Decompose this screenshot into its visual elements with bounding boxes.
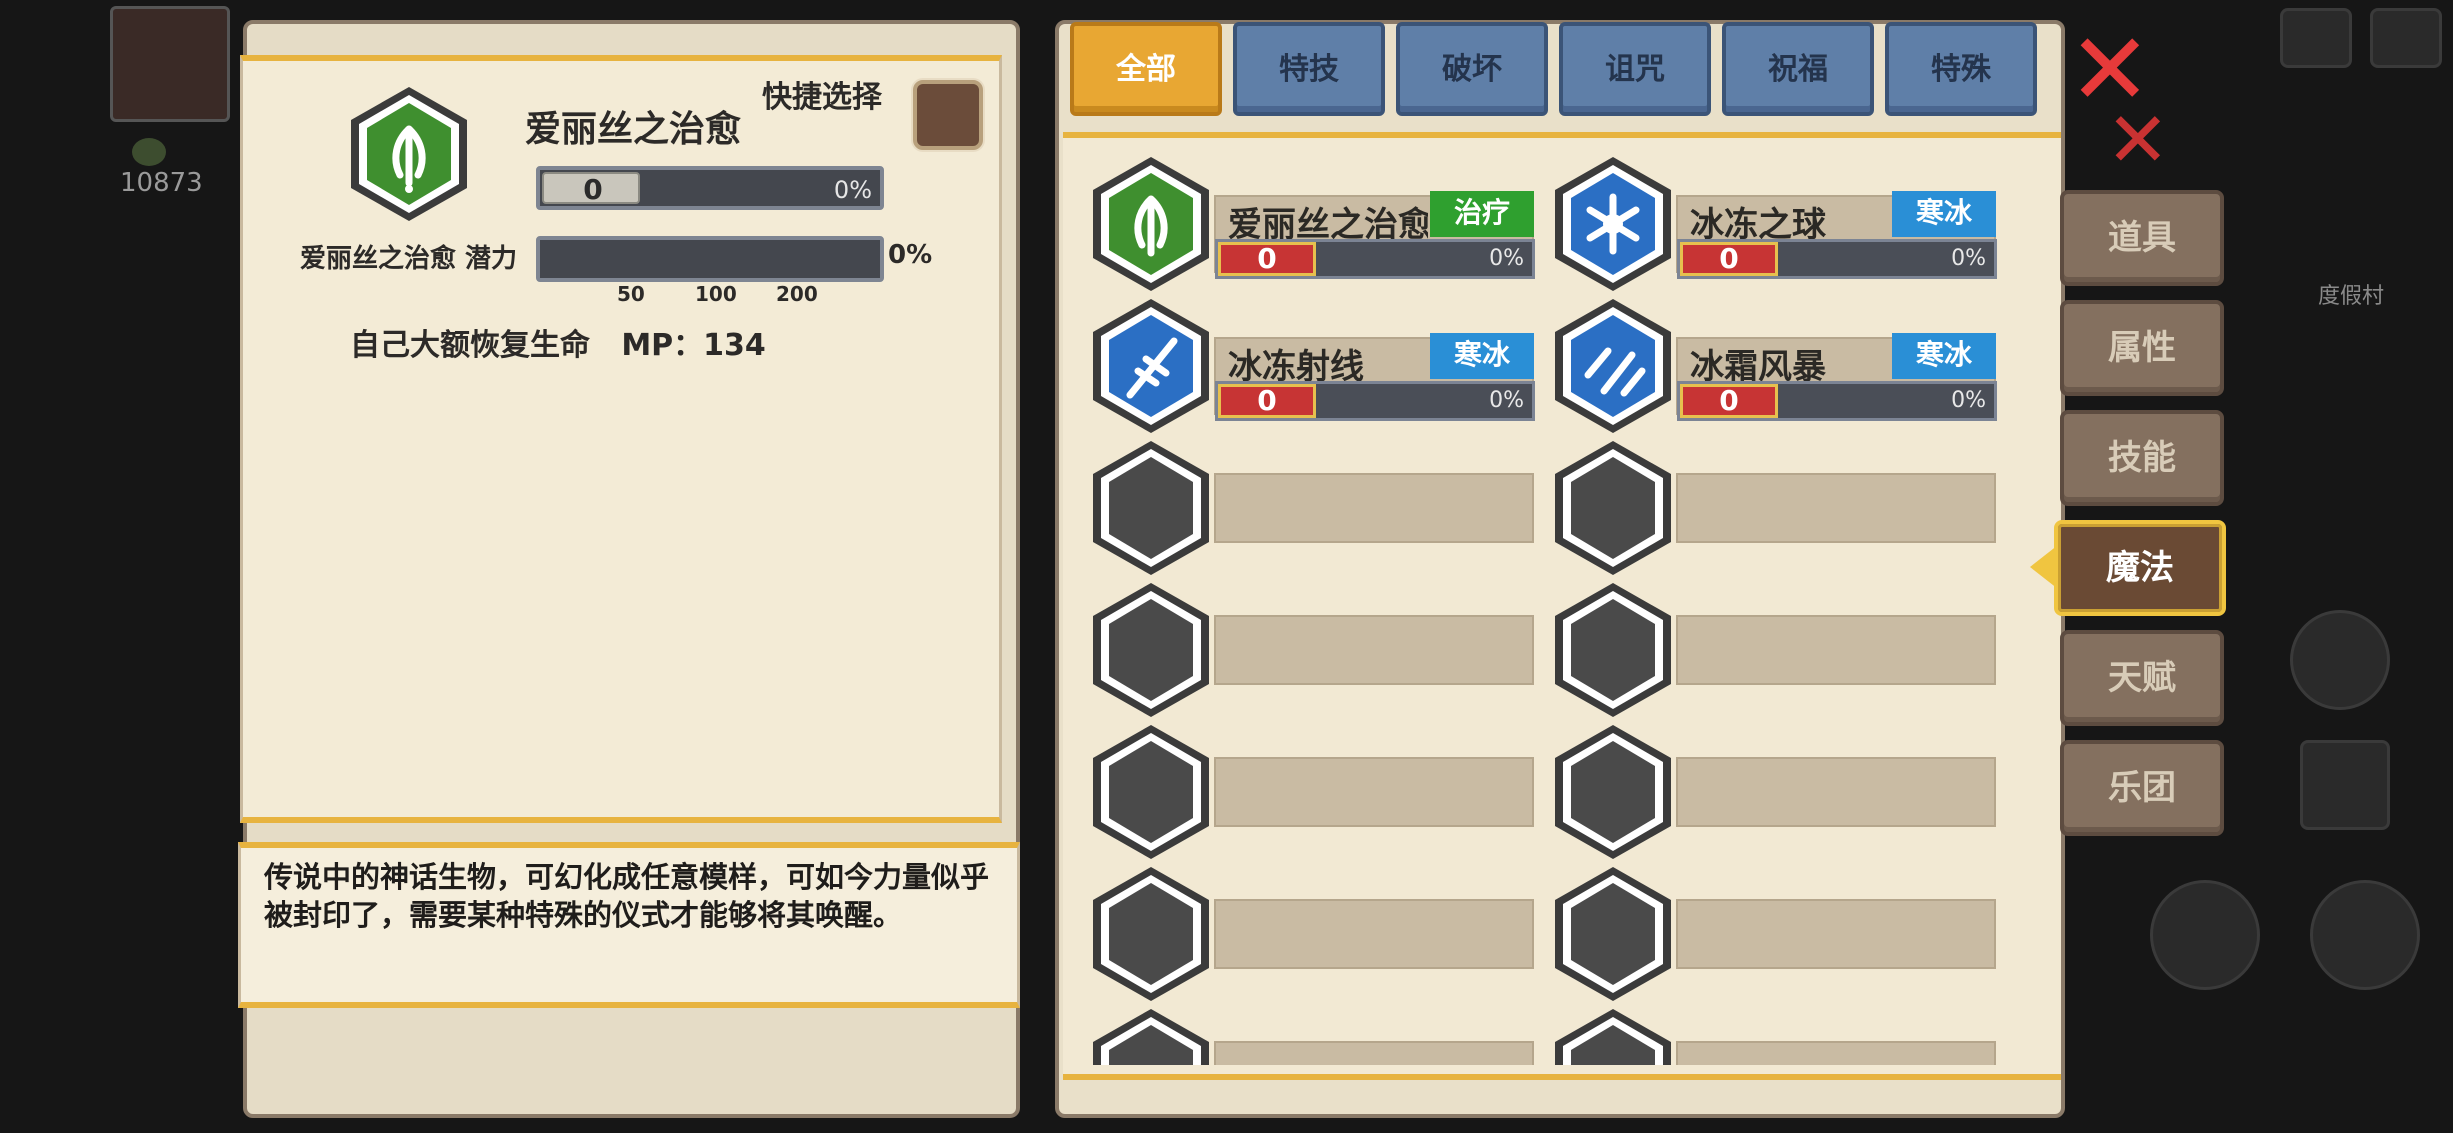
skill-level-bar: 0 0% [1677,381,1997,421]
skill-level-pct: 0% [1951,246,1986,271]
empty-hex-icon [1090,581,1212,723]
skill-level-pct: 0% [1951,388,1986,413]
skill-level-pct: 0% [1489,246,1524,271]
skill-level-pct: 0% [1489,388,1524,413]
skill-effect-text: 自己大额恢复生命 MP：134 [350,328,766,363]
skill-level-value: 0 [1680,242,1778,276]
quick-select-slot[interactable] [913,80,983,150]
skill-level-knob: 0 [542,172,640,206]
game-screen: { "background": { "gold_value": "10873",… [0,0,2453,1133]
skill-level-bar: 0 0% [1215,239,1535,279]
map-icon [2280,8,2352,68]
skill-element-tag: 寒冰 [1892,191,1996,237]
empty-skill-slot[interactable] [1552,439,1996,575]
skill-element-tag: 寒冰 [1892,333,1996,379]
side-tab-attributes[interactable]: 属性 [2060,300,2224,396]
potential-bar [536,236,884,282]
skill-level-value: 0 [1218,242,1316,276]
empty-slot-bg [1676,757,1996,827]
village-label: 度假村 [2318,284,2385,309]
skill-slot[interactable]: 冰冻射线 寒冰 0 0% [1090,297,1535,433]
skill-element-tag: 治疗 [1430,191,1534,237]
side-tab-magic[interactable]: 魔法 [2054,520,2226,616]
bow-icon [2310,880,2420,990]
empty-slot-bg [1214,615,1534,685]
empty-skill-slot[interactable] [1090,723,1534,859]
skill-element-tag: 寒冰 [1430,333,1534,379]
gold-icon [132,138,166,166]
empty-hex-icon [1552,1007,1674,1065]
skill-slot[interactable]: 冰冻之球 寒冰 0 0% [1552,155,1997,291]
player-avatar [110,6,230,122]
potential-tick: 100 [695,282,737,306]
selected-skill-icon [348,85,470,227]
skill-grid: 爱丽丝之治愈 治疗 0 0% 冰冻之球 寒冰 0 0% 冰冻射线 寒冰 0 0% 冰霜风暴 寒冰 0 0% [1090,155,2010,1065]
empty-hex-icon [1552,581,1674,723]
empty-skill-slot[interactable] [1552,865,1996,1001]
empty-hex-icon [1552,723,1674,865]
empty-skill-slot[interactable] [1090,1007,1534,1065]
skill-level-bar: 0 0% [536,166,884,210]
selected-skill-name: 爱丽丝之治愈 [525,109,742,150]
gold-counter: 10873 [120,168,203,198]
tab-curse[interactable]: 诅咒 [1559,22,1711,116]
empty-hex-icon [1552,865,1674,1007]
skill-level-bar: 0 0% [1215,381,1535,421]
empty-skill-slot[interactable] [1090,581,1534,717]
close-secondary-icon[interactable]: ✕ [2106,102,2170,178]
item-box-icon [2300,740,2390,830]
empty-hex-icon [1090,723,1212,865]
skill-level-value: 0 [1218,384,1316,418]
skill-level-pct: 0% [833,176,872,204]
side-tab-items[interactable]: 道具 [2060,190,2224,286]
side-tab-band[interactable]: 乐团 [2060,740,2224,836]
tab-special-skill[interactable]: 特技 [1233,22,1385,116]
empty-skill-slot[interactable] [1552,581,1996,717]
skill-level-value: 0 [583,173,603,206]
empty-skill-slot[interactable] [1552,723,1996,859]
tab-all[interactable]: 全部 [1070,22,1222,116]
quick-select-label: 快捷选择 [762,80,882,115]
empty-slot-bg [1214,473,1534,543]
potential-label: 爱丽丝之治愈 潜力 [300,244,518,274]
skill-slot[interactable]: 爱丽丝之治愈 治疗 0 0% [1090,155,1535,291]
empty-slot-bg [1214,899,1534,969]
empty-slot-bg [1676,899,1996,969]
empty-skill-slot[interactable] [1552,1007,1996,1065]
leaf-heal-icon [1090,155,1212,297]
skill-level-value: 0 [1680,384,1778,418]
snowflake-icon [1552,155,1674,297]
tab-blessing[interactable]: 祝福 [1722,22,1874,116]
exit-icon [2370,8,2442,68]
empty-slot-bg [1676,615,1996,685]
empty-slot-bg [1676,1041,1996,1065]
empty-hex-icon [1090,1007,1212,1065]
potential-tick: 200 [776,282,818,306]
side-tab-talent[interactable]: 天赋 [2060,630,2224,726]
skill-slot[interactable]: 冰霜风暴 寒冰 0 0% [1552,297,1997,433]
tab-special[interactable]: 特殊 [1885,22,2037,116]
skill-level-bar: 0 0% [1677,239,1997,279]
potential-tick: 50 [617,282,645,306]
empty-skill-slot[interactable] [1090,439,1534,575]
settings-gear-icon [2290,610,2390,710]
empty-hex-icon [1552,439,1674,581]
empty-slot-bg [1676,473,1996,543]
empty-skill-slot[interactable] [1090,865,1534,1001]
side-tab-skills[interactable]: 技能 [2060,410,2224,506]
skill-lore-text: 传说中的神话生物，可幻化成任意模样，可如今力量似乎被封印了，需要某种特殊的仪式才… [264,860,990,932]
empty-slot-bg [1214,757,1534,827]
ice-ray-icon [1090,297,1212,439]
frost-storm-icon [1552,297,1674,439]
empty-slot-bg [1214,1041,1534,1065]
potential-pct: 0% [888,240,933,270]
empty-hex-icon [1090,439,1212,581]
empty-hex-icon [1090,865,1212,1007]
tab-destroy[interactable]: 破坏 [1396,22,1548,116]
sword-icon [2150,880,2260,990]
